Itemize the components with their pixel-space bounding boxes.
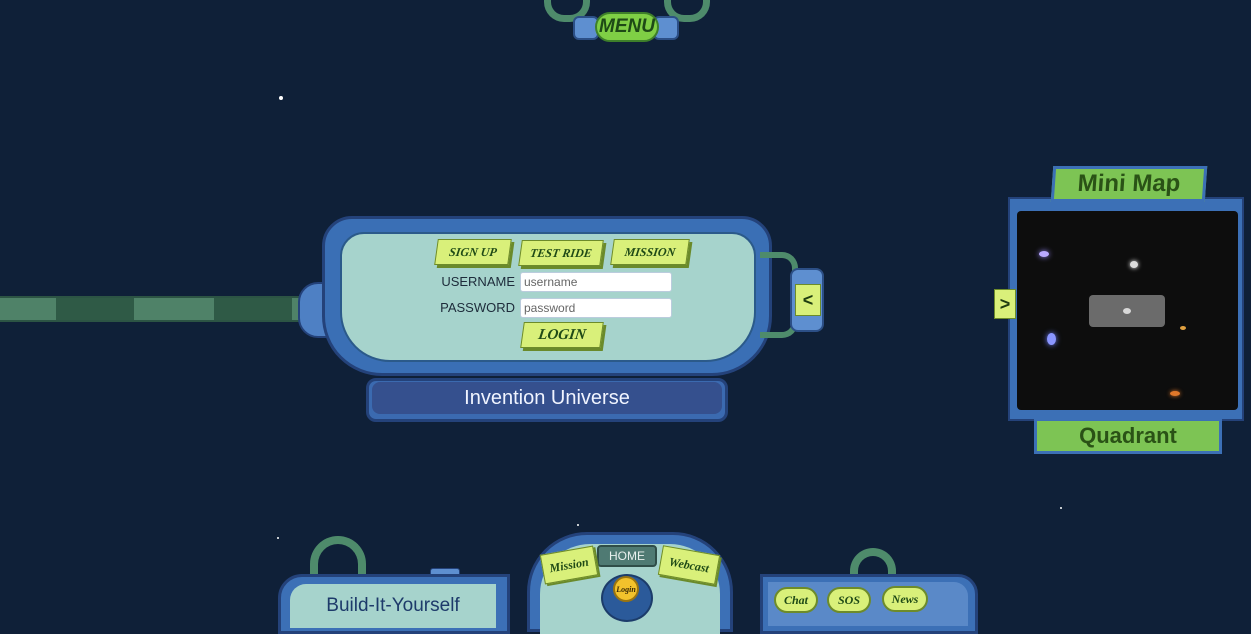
galaxy-dot [1170, 391, 1180, 396]
tab-mission[interactable]: MISSION [610, 239, 690, 265]
login-button[interactable]: LOGIN [520, 322, 604, 348]
build-it-yourself-label[interactable]: Build-It-Yourself [290, 584, 496, 628]
minimap-current-region[interactable] [1089, 295, 1165, 327]
tab-sign-up[interactable]: SIGN UP [434, 239, 512, 265]
home-button[interactable]: HOME [597, 545, 657, 567]
galaxy-dot [1130, 261, 1138, 268]
minimap-expand-arrow[interactable]: > [994, 289, 1016, 319]
connector-pipe [0, 296, 305, 322]
minimap-quadrant-label: Quadrant [1034, 418, 1222, 454]
galaxy-dot [1047, 333, 1056, 345]
username-input[interactable] [520, 272, 672, 292]
star [577, 524, 579, 526]
menu-button[interactable]: MENU [595, 12, 659, 42]
galaxy-dot [1039, 251, 1049, 257]
username-label: USERNAME [441, 274, 515, 289]
password-input[interactable] [520, 298, 672, 318]
app-title: Invention Universe [372, 382, 722, 414]
star [277, 537, 279, 539]
sos-button[interactable]: SOS [827, 587, 871, 613]
password-label: PASSWORD [440, 300, 515, 315]
minimap-title: Mini Map [1050, 166, 1208, 202]
tab-test-ride[interactable]: TEST RIDE [518, 240, 604, 266]
galaxy-dot [1123, 308, 1131, 314]
pipe-segment [214, 298, 292, 320]
star [1060, 507, 1062, 509]
login-knob-button[interactable]: Login [613, 576, 639, 602]
pipe-segment [56, 298, 134, 320]
collapse-arrow-button[interactable]: < [795, 284, 821, 316]
chat-button[interactable]: Chat [774, 587, 818, 613]
news-button[interactable]: News [882, 586, 928, 612]
dock-left-hook [310, 536, 366, 576]
galaxy-dot [1180, 326, 1186, 330]
star [279, 96, 283, 100]
